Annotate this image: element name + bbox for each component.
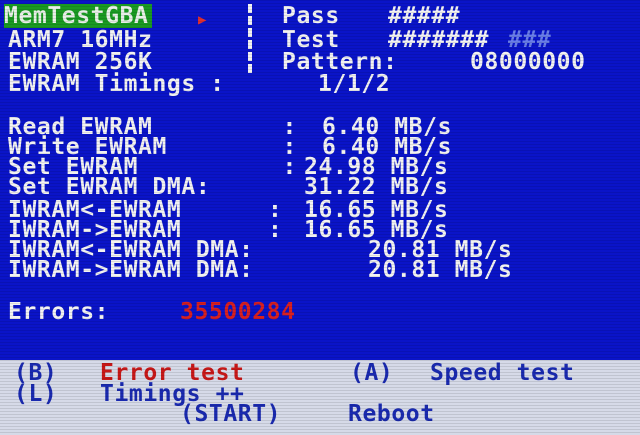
pattern-value: 08000000	[470, 49, 586, 75]
arrow-right-icon: ▶	[198, 12, 208, 28]
errors-count: 35500284	[180, 299, 296, 325]
speed-label: IWRAM->EWRAM DMA:	[8, 257, 254, 283]
timings-value: 1/1/2	[318, 71, 391, 97]
header-divider	[248, 4, 252, 74]
speed-value: 20.81 MB/s	[368, 257, 513, 283]
speed-row: Set EWRAM DMA: 31.22 MB/s	[0, 175, 448, 199]
reboot-option[interactable]: Reboot	[348, 402, 435, 426]
pass-label: Pass	[282, 3, 340, 29]
controls-footer: (B) Error test (A) Speed test (L) Timing…	[0, 360, 640, 435]
speed-test-option[interactable]: Speed test	[430, 361, 574, 385]
footer-row-3: (START) Reboot	[0, 402, 434, 426]
a-button-key[interactable]: (A)	[350, 361, 393, 385]
errors-row: Errors: 35500284	[0, 300, 295, 324]
speed-value: 31.22 MB/s	[304, 174, 449, 200]
start-button-key[interactable]: (START)	[180, 402, 281, 426]
speed-row: IWRAM->EWRAM DMA: 20.81 MB/s	[0, 258, 512, 282]
timings-row: EWRAM Timings : 1/1/2	[0, 72, 390, 96]
app-title: MemTestGBA	[4, 4, 153, 28]
errors-label: Errors:	[8, 299, 110, 325]
gba-screen: MemTestGBA ▶ Pass ##### ARM7 16MHz Test …	[0, 0, 640, 435]
speed-label: Set EWRAM DMA:	[8, 174, 211, 200]
timings-label: EWRAM Timings :	[8, 71, 225, 97]
pass-progress: #####	[388, 3, 461, 29]
header-row-1: MemTestGBA ▶ Pass #####	[0, 4, 460, 28]
